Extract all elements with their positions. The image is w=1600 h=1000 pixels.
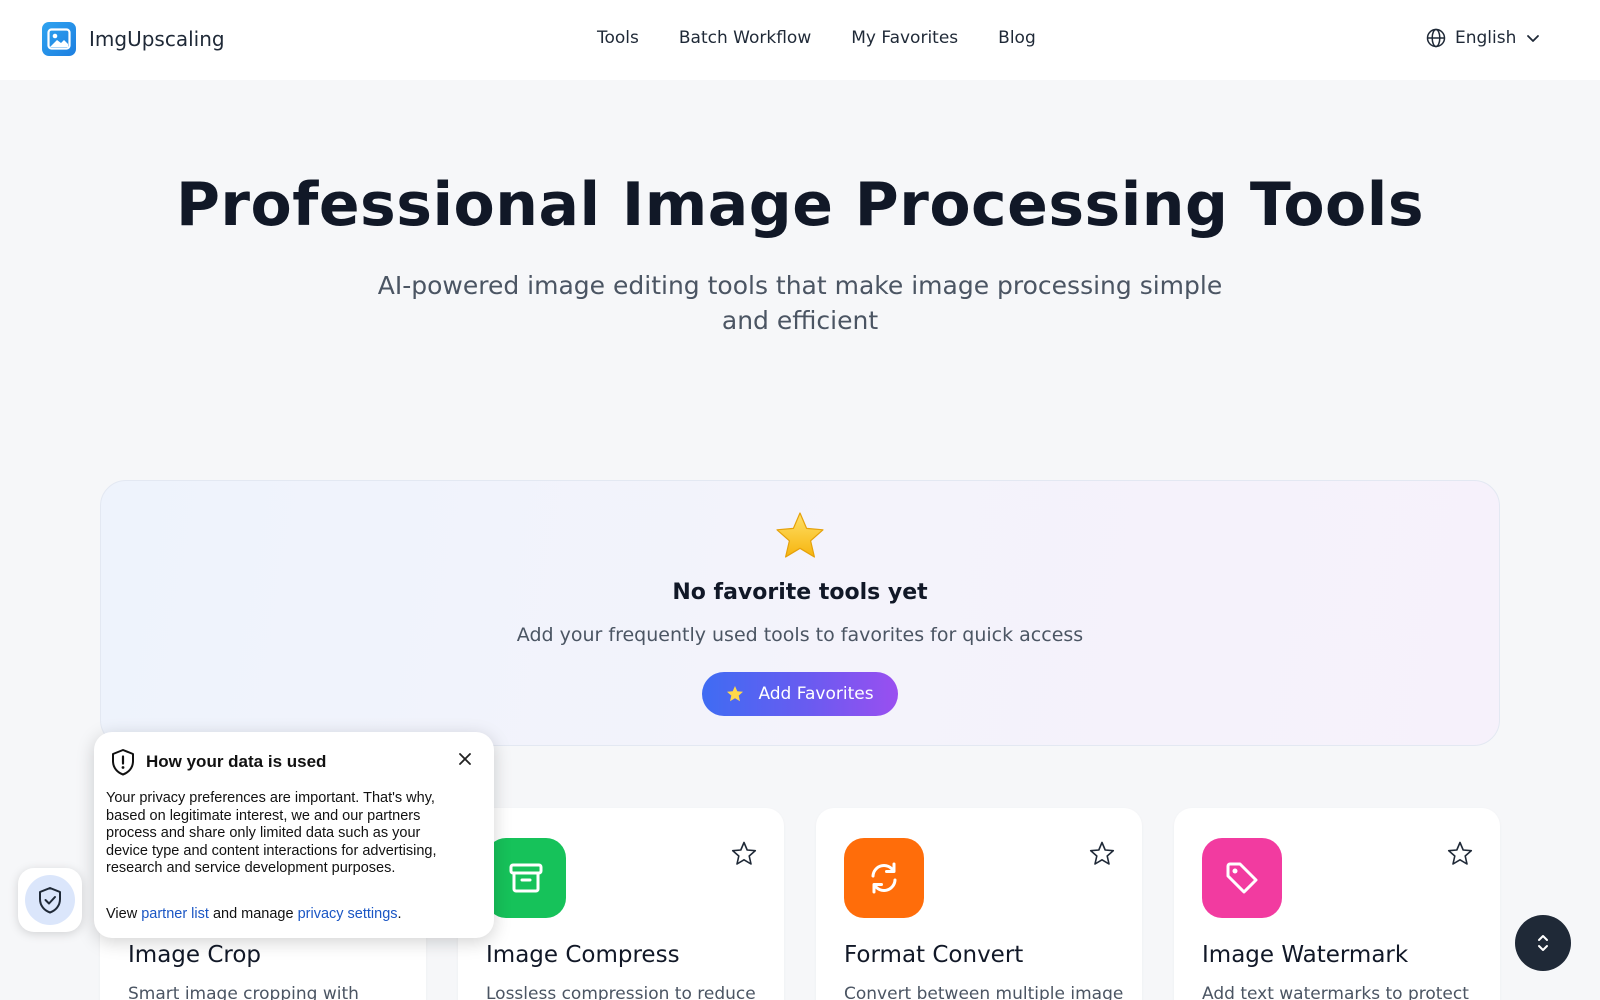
favorites-empty-description: Add your frequently used tools to favori… bbox=[516, 624, 1084, 646]
page-subtitle: AI-powered image editing tools that make… bbox=[377, 271, 1223, 335]
star-outline-icon[interactable] bbox=[1088, 840, 1116, 868]
shield-alert-icon bbox=[112, 749, 134, 776]
privacy-title: How your data is used bbox=[146, 752, 327, 771]
close-icon[interactable] bbox=[456, 750, 474, 768]
period-text: . bbox=[397, 906, 402, 922]
card-description: Convert between multiple image bbox=[844, 984, 1124, 1000]
card-title: Image Watermark bbox=[1202, 942, 1409, 968]
card-description: Add text watermarks to protect bbox=[1202, 984, 1469, 1000]
add-favorites-button[interactable]: Add Favorites bbox=[702, 672, 898, 716]
nav-my-favorites[interactable]: My Favorites bbox=[851, 28, 958, 48]
tag-icon bbox=[1202, 838, 1282, 918]
card-title: Format Convert bbox=[844, 942, 1024, 968]
nav-batch-workflow[interactable]: Batch Workflow bbox=[679, 28, 811, 48]
chevron-down-icon bbox=[1527, 35, 1540, 42]
privacy-body: Your privacy preferences are important. … bbox=[106, 790, 437, 876]
card-title: Image Crop bbox=[128, 942, 262, 968]
manage-text: and manage bbox=[212, 906, 294, 922]
privacy-popup: How your data is used Your privacy prefe… bbox=[94, 732, 494, 938]
language-label: English bbox=[1455, 28, 1517, 48]
tool-card-image-watermark[interactable]: Image Watermark Add text watermarks to p… bbox=[1174, 808, 1500, 1000]
tool-card-image-compress[interactable]: Image Compress Lossless compression to r… bbox=[458, 808, 784, 1000]
shield-check-icon bbox=[25, 875, 75, 925]
chevron-up-down-icon bbox=[1538, 935, 1548, 951]
privacy-settings-link[interactable]: privacy settings bbox=[298, 906, 398, 922]
favorites-empty-title: No favorite tools yet bbox=[672, 580, 928, 605]
refresh-icon bbox=[844, 838, 924, 918]
top-header: ImgUpscaling Tools Batch Workflow My Fav… bbox=[0, 0, 1600, 80]
star-icon bbox=[776, 512, 824, 558]
nav-blog[interactable]: Blog bbox=[998, 28, 1036, 48]
star-icon bbox=[727, 686, 744, 702]
privacy-shield-button[interactable] bbox=[18, 868, 82, 932]
star-outline-icon[interactable] bbox=[1446, 840, 1474, 868]
add-favorites-label: Add Favorites bbox=[758, 684, 874, 704]
privacy-links: View partner list and manage privacy set… bbox=[106, 906, 402, 922]
star-outline-icon[interactable] bbox=[730, 840, 758, 868]
main-nav: Tools Batch Workflow My Favorites Blog bbox=[597, 28, 1036, 48]
page-title: Professional Image Processing Tools bbox=[175, 170, 1425, 240]
card-title: Image Compress bbox=[486, 942, 680, 968]
scroll-toggle-button[interactable] bbox=[1515, 915, 1571, 971]
partner-list-link[interactable]: partner list bbox=[141, 906, 209, 922]
logo[interactable]: ImgUpscaling bbox=[42, 22, 225, 56]
tool-card-format-convert[interactable]: Format Convert Convert between multiple … bbox=[816, 808, 1142, 1000]
view-text: View bbox=[106, 906, 138, 922]
card-description: Smart image cropping with bbox=[128, 984, 359, 1000]
globe-icon bbox=[1426, 28, 1446, 48]
card-description: Lossless compression to reduce bbox=[486, 984, 756, 1000]
privacy-header: How your data is used bbox=[110, 748, 326, 776]
image-logo-icon bbox=[42, 22, 76, 56]
logo-text: ImgUpscaling bbox=[89, 27, 225, 51]
nav-tools[interactable]: Tools bbox=[597, 28, 639, 48]
archive-icon bbox=[486, 838, 566, 918]
language-selector[interactable]: English bbox=[1426, 28, 1541, 48]
